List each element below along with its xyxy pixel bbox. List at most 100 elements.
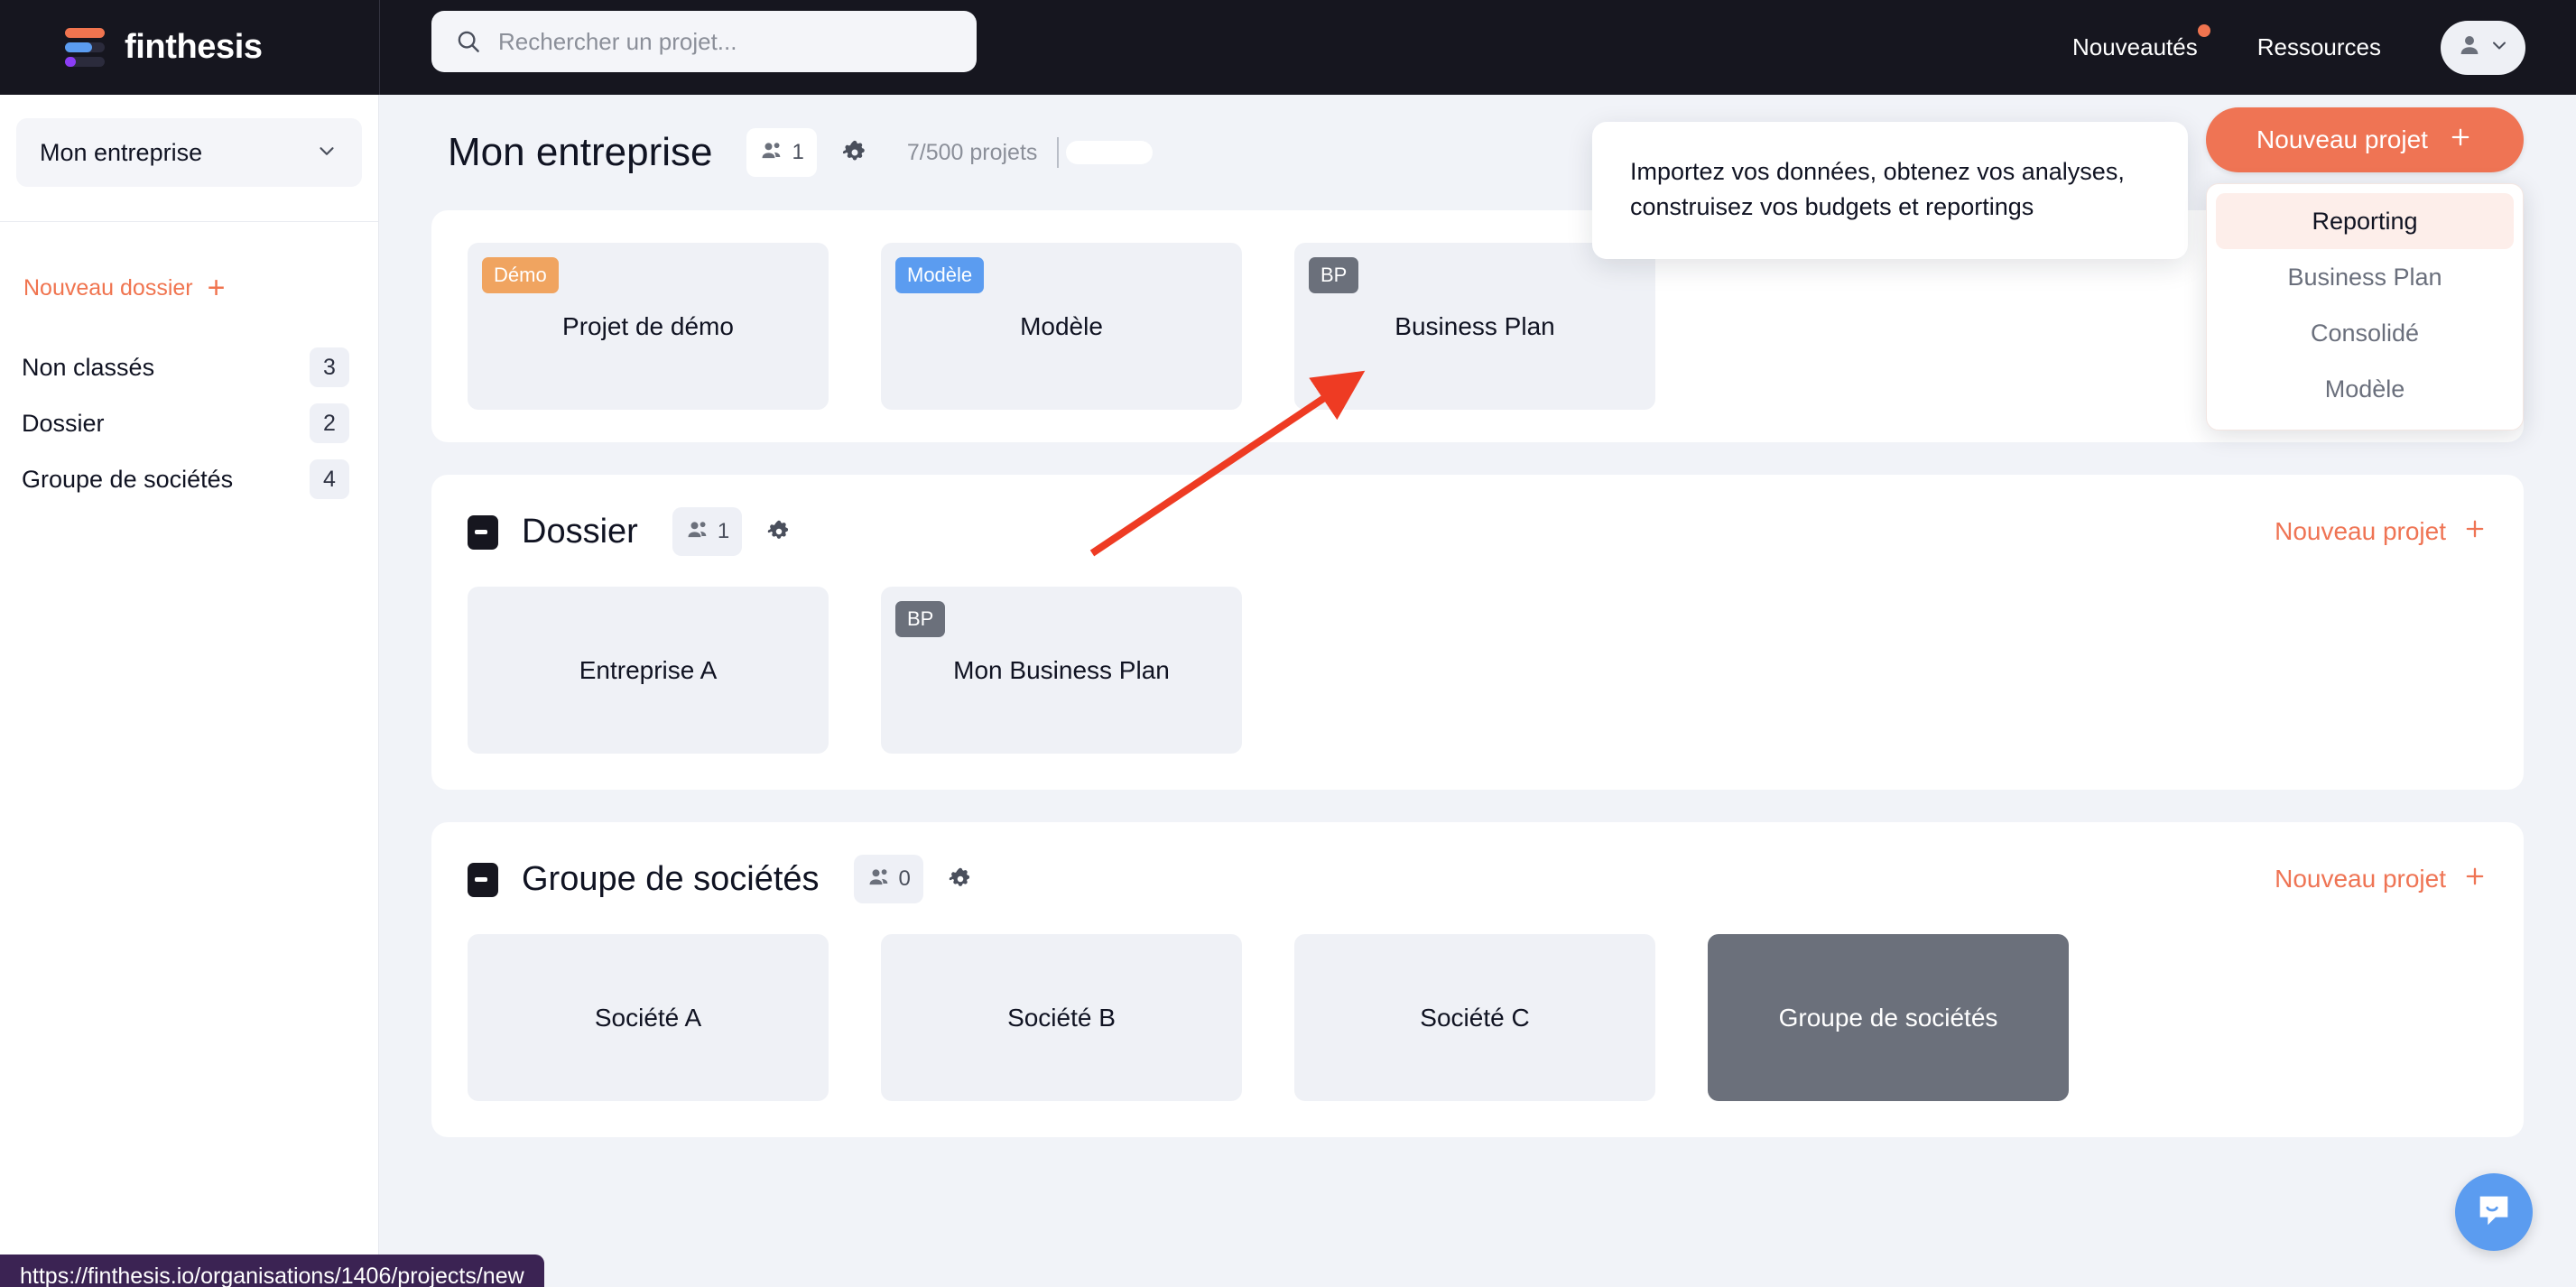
gear-icon[interactable]	[765, 518, 792, 545]
chevron-down-icon	[2488, 34, 2510, 60]
card-badge: BP	[895, 601, 946, 637]
sidebar-divider	[0, 221, 378, 222]
account-menu-button[interactable]	[2441, 20, 2525, 75]
card-badge: Démo	[482, 257, 559, 293]
chat-widget-button[interactable]	[2455, 1173, 2533, 1251]
nav-link-nouveautes[interactable]: Nouveautés	[2071, 24, 2210, 70]
folder-header: Dossier 1 Nouveau projet	[468, 507, 2488, 556]
folder-members-count: 0	[898, 866, 911, 891]
project-card-entreprise-a[interactable]: Entreprise A	[468, 587, 829, 754]
sidebar-item-label: Non classés	[22, 353, 155, 381]
plus-icon	[2462, 864, 2488, 895]
folder-title: Groupe de sociétés	[522, 859, 820, 898]
sidebar-folder-list: Non classés 3 Dossier 2 Groupe de sociét…	[0, 339, 378, 507]
search-input[interactable]: Rechercher un projet...	[431, 11, 977, 72]
folder-panel-dossier: Dossier 1 Nouveau projet Entreprise A BP…	[431, 475, 2524, 790]
project-card-societe-c[interactable]: Société C	[1294, 934, 1655, 1101]
members-badge[interactable]: 1	[746, 128, 817, 177]
gear-icon[interactable]	[947, 866, 974, 893]
notification-dot-icon	[2197, 24, 2210, 37]
sidebar-item-dossier[interactable]: Dossier 2	[0, 395, 378, 451]
folder-icon	[468, 863, 498, 897]
menu-item-reporting[interactable]: Reporting	[2216, 193, 2514, 249]
new-folder-label: Nouveau dossier	[23, 274, 193, 301]
project-card-title: Société A	[594, 1003, 702, 1032]
menu-item-consolide[interactable]: Consolidé	[2216, 305, 2514, 361]
top-navigation-bar: finthesis Rechercher un projet... Nouvea…	[0, 0, 2576, 95]
new-folder-button[interactable]: Nouveau dossier +	[16, 265, 378, 310]
nav-link-nouveautes-label: Nouveautés	[2071, 33, 2198, 60]
project-card-mon-business-plan[interactable]: BP Mon Business Plan	[881, 587, 1242, 754]
sidebar-item-count: 4	[310, 459, 349, 499]
project-card-title: Entreprise A	[579, 655, 718, 684]
search-placeholder: Rechercher un projet...	[498, 27, 737, 55]
folder-new-project-button[interactable]: Nouveau projet	[2275, 864, 2488, 895]
project-card-title: Société B	[1007, 1003, 1116, 1032]
folder-icon	[468, 515, 498, 550]
sidebar-item-label: Dossier	[22, 409, 105, 437]
project-card-title: Société C	[1420, 1003, 1530, 1032]
people-icon	[685, 517, 710, 547]
project-card-title: Business Plan	[1395, 311, 1555, 340]
finthesis-bars-logo-icon	[65, 27, 107, 69]
status-bar-url: https://finthesis.io/organisations/1406/…	[0, 1255, 544, 1287]
menu-item-business-plan[interactable]: Business Plan	[2216, 249, 2514, 305]
logo-text: finthesis	[125, 28, 263, 66]
people-icon	[759, 138, 784, 168]
sidebar-item-count: 2	[310, 403, 349, 443]
topbar-right-group: Nouveautés Ressources	[2072, 0, 2525, 95]
topbar-divider	[379, 0, 380, 95]
folder-new-project-label: Nouveau projet	[2275, 517, 2446, 545]
user-icon	[2456, 32, 2483, 63]
project-card-row: Société A Société B Société C Groupe de …	[468, 934, 2488, 1101]
new-project-dropdown-menu: Reporting Business Plan Consolidé Modèle	[2206, 183, 2524, 431]
project-card-business-plan[interactable]: BP Business Plan	[1294, 243, 1655, 410]
gear-icon[interactable]	[840, 138, 869, 167]
card-badge: Modèle	[895, 257, 985, 293]
card-badge: BP	[1309, 257, 1359, 293]
project-card-title: Projet de démo	[562, 311, 734, 340]
folder-title: Dossier	[522, 512, 638, 551]
project-card-societe-a[interactable]: Société A	[468, 934, 829, 1101]
project-card-projet-de-demo[interactable]: Démo Projet de démo	[468, 243, 829, 410]
project-card-modele[interactable]: Modèle Modèle	[881, 243, 1242, 410]
organisation-selector[interactable]: Mon entreprise	[16, 118, 362, 187]
folder-members-badge[interactable]: 1	[672, 507, 743, 556]
search-icon	[455, 28, 482, 55]
sidebar-item-non-classes[interactable]: Non classés 3	[0, 339, 378, 395]
sidebar-item-groupe-de-societes[interactable]: Groupe de sociétés 4	[0, 451, 378, 507]
plus-icon	[2462, 516, 2488, 548]
folder-panel-groupe-de-societes: Groupe de sociétés 0 Nouveau projet Soci…	[431, 822, 2524, 1137]
quota-separator	[1057, 137, 1060, 168]
sidebar: Mon entreprise Nouveau dossier + Non cla…	[0, 95, 379, 1287]
people-icon	[866, 865, 892, 894]
main-content: Mon entreprise 1 7/500 projets Importez …	[379, 95, 2576, 1287]
folder-new-project-button[interactable]: Nouveau projet	[2275, 516, 2488, 548]
new-project-button[interactable]: Nouveau projet	[2206, 107, 2524, 172]
folder-header: Groupe de sociétés 0 Nouveau projet	[468, 855, 2488, 903]
chat-bubble-icon	[2473, 1190, 2515, 1236]
nav-link-ressources[interactable]: Ressources	[2257, 24, 2381, 70]
project-card-societe-b[interactable]: Société B	[881, 934, 1242, 1101]
project-quota-text: 7/500 projets	[906, 139, 1038, 165]
project-card-title: Groupe de sociétés	[1778, 1003, 1998, 1032]
project-card-title: Modèle	[1020, 311, 1103, 340]
menu-item-modele[interactable]: Modèle	[2216, 361, 2514, 417]
project-card-row: Démo Projet de démo Modèle Modèle BP Bus…	[468, 243, 2488, 410]
new-project-tooltip: Importez vos données, obtenez vos analys…	[1592, 122, 2188, 259]
project-card-row: Entreprise A BP Mon Business Plan	[468, 587, 2488, 754]
project-quota-bar	[1066, 141, 1154, 164]
page-title: Mon entreprise	[448, 130, 713, 174]
members-count: 1	[792, 140, 804, 164]
new-project-area: Nouveau projet Reporting Business Plan C…	[2206, 107, 2524, 431]
sidebar-item-count: 3	[310, 347, 349, 387]
nav-link-ressources-label: Ressources	[2256, 33, 2381, 60]
sidebar-item-label: Groupe de sociétés	[22, 465, 234, 493]
plus-icon: +	[207, 271, 226, 305]
logo-area[interactable]: finthesis	[0, 0, 379, 95]
folder-members-count: 1	[717, 519, 730, 543]
organisation-selector-label: Mon entreprise	[40, 138, 203, 166]
folder-new-project-label: Nouveau projet	[2275, 865, 2446, 893]
folder-members-badge[interactable]: 0	[853, 855, 923, 903]
project-card-groupe-de-societes[interactable]: Groupe de sociétés	[1708, 934, 2069, 1101]
